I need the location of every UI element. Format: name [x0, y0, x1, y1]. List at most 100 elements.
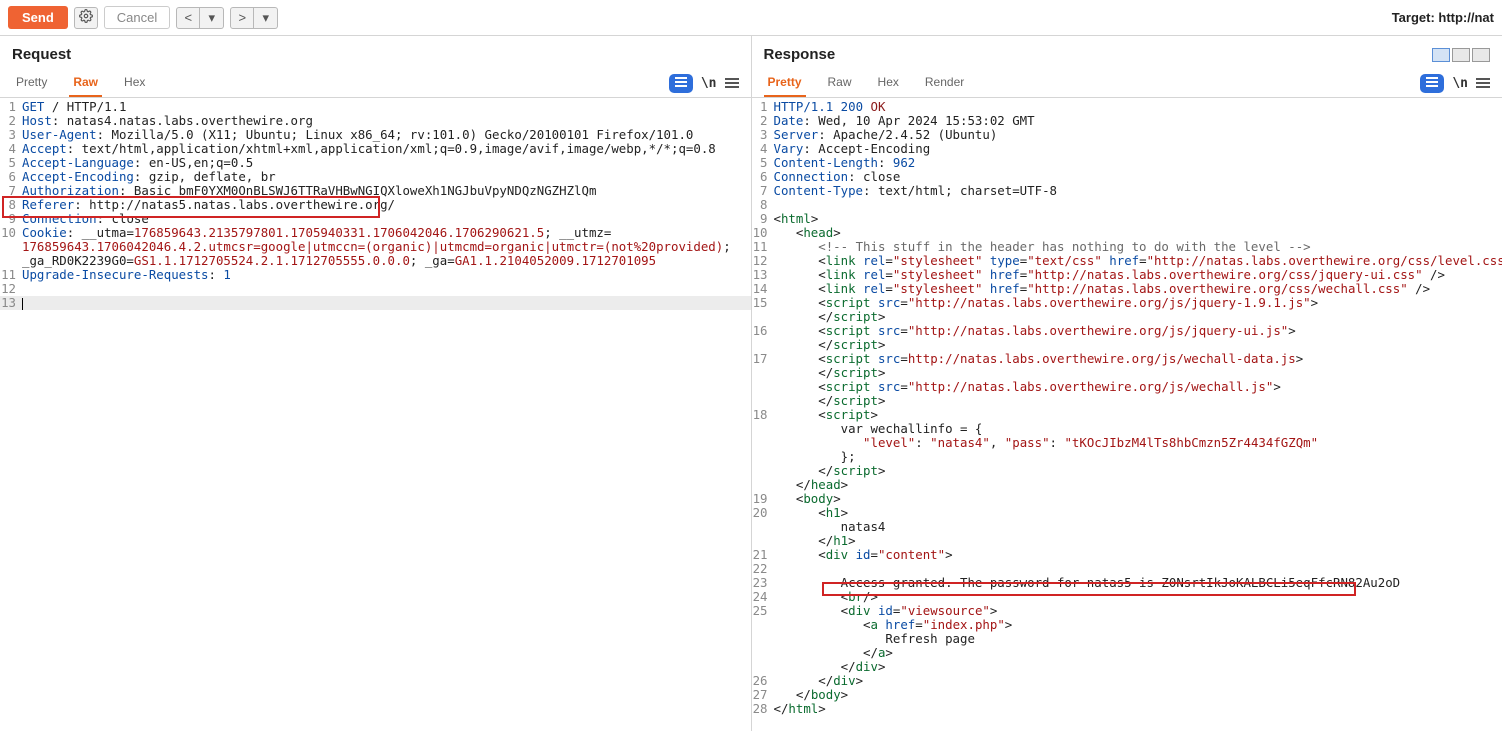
- line-number: [752, 422, 774, 436]
- history-next-button[interactable]: >: [230, 7, 254, 29]
- code-line[interactable]: <a href="index.php">: [752, 618, 1502, 632]
- code-line[interactable]: 19 <body>: [752, 492, 1502, 506]
- code-line[interactable]: 22: [752, 562, 1502, 576]
- response-editor[interactable]: 1HTTP/1.1 200 OK2Date: Wed, 10 Apr 2024 …: [752, 98, 1502, 731]
- code-line[interactable]: <script src="http://natas.labs.overthewi…: [752, 380, 1502, 394]
- code-line[interactable]: 7Content-Type: text/html; charset=UTF-8: [752, 184, 1502, 198]
- line-number: 4: [0, 142, 22, 156]
- tab-raw[interactable]: Raw: [824, 69, 856, 97]
- code-line[interactable]: </a>: [752, 646, 1502, 660]
- code-line[interactable]: 10 <head>: [752, 226, 1502, 240]
- code-line[interactable]: 12 <link rel="stylesheet" type="text/css…: [752, 254, 1502, 268]
- code-line[interactable]: 1HTTP/1.1 200 OK: [752, 100, 1502, 114]
- show-newlines-button[interactable]: \n: [1452, 76, 1468, 91]
- settings-button[interactable]: [74, 7, 98, 29]
- code-line[interactable]: 13: [0, 296, 751, 310]
- code-line[interactable]: 25 <div id="viewsource">: [752, 604, 1502, 618]
- code-line[interactable]: "level": "natas4", "pass": "tKOcJIbzM4lT…: [752, 436, 1502, 450]
- code-line[interactable]: 9Connection: close: [0, 212, 751, 226]
- line-number: 23: [752, 576, 774, 590]
- history-prev-menu-button[interactable]: ▾: [200, 7, 224, 29]
- code-line[interactable]: 8Referer: http://natas5.natas.labs.overt…: [0, 198, 751, 212]
- code-line[interactable]: </script>: [752, 338, 1502, 352]
- actions-button[interactable]: [669, 74, 693, 93]
- code-line[interactable]: 16 <script src="http://natas.labs.overth…: [752, 324, 1502, 338]
- code-line[interactable]: 21 <div id="content">: [752, 548, 1502, 562]
- line-number: 10: [752, 226, 774, 240]
- layout-columns-button[interactable]: [1432, 48, 1450, 62]
- code-line[interactable]: 9<html>: [752, 212, 1502, 226]
- code-content: Referer: http://natas5.natas.labs.overth…: [22, 198, 751, 212]
- line-number: [752, 646, 774, 660]
- code-line[interactable]: </script>: [752, 310, 1502, 324]
- code-content: Access granted. The password for natas5 …: [774, 576, 1502, 590]
- show-newlines-button[interactable]: \n: [701, 76, 717, 91]
- cancel-button[interactable]: Cancel: [104, 6, 170, 29]
- code-line[interactable]: 6Accept-Encoding: gzip, deflate, br: [0, 170, 751, 184]
- history-next-menu-button[interactable]: ▾: [254, 7, 278, 29]
- code-line[interactable]: 11Upgrade-Insecure-Requests: 1: [0, 268, 751, 282]
- send-button[interactable]: Send: [8, 6, 68, 29]
- line-number: 7: [0, 184, 22, 198]
- tab-raw[interactable]: Raw: [69, 69, 102, 97]
- code-line[interactable]: 13 <link rel="stylesheet" href="http://n…: [752, 268, 1502, 282]
- code-line[interactable]: var wechallinfo = {: [752, 422, 1502, 436]
- code-content: </script>: [774, 310, 1502, 324]
- code-line[interactable]: 3Server: Apache/2.4.52 (Ubuntu): [752, 128, 1502, 142]
- code-line[interactable]: </script>: [752, 464, 1502, 478]
- code-line[interactable]: </head>: [752, 478, 1502, 492]
- code-line[interactable]: natas4: [752, 520, 1502, 534]
- code-line[interactable]: 14 <link rel="stylesheet" href="http://n…: [752, 282, 1502, 296]
- code-line[interactable]: 6Connection: close: [752, 170, 1502, 184]
- code-line[interactable]: 4Accept: text/html,application/xhtml+xml…: [0, 142, 751, 156]
- code-line[interactable]: 11 <!-- This stuff in the header has not…: [752, 240, 1502, 254]
- code-line[interactable]: 18 <script>: [752, 408, 1502, 422]
- line-number: [752, 338, 774, 352]
- code-line[interactable]: 20 <h1>: [752, 506, 1502, 520]
- request-tabbar: Pretty Raw Hex \n: [0, 69, 751, 98]
- code-line[interactable]: </div>: [752, 660, 1502, 674]
- code-line[interactable]: 3User-Agent: Mozilla/5.0 (X11; Ubuntu; L…: [0, 128, 751, 142]
- code-line[interactable]: 26 </div>: [752, 674, 1502, 688]
- code-line[interactable]: Refresh page: [752, 632, 1502, 646]
- line-number: 26: [752, 674, 774, 688]
- code-line[interactable]: 2Date: Wed, 10 Apr 2024 15:53:02 GMT: [752, 114, 1502, 128]
- code-line[interactable]: </script>: [752, 366, 1502, 380]
- code-line[interactable]: 2Host: natas4.natas.labs.overthewire.org: [0, 114, 751, 128]
- code-line[interactable]: };: [752, 450, 1502, 464]
- code-line[interactable]: 7Authorization: Basic bmF0YXM0OnBLSWJ6TT…: [0, 184, 751, 198]
- code-line[interactable]: 5Accept-Language: en-US,en;q=0.5: [0, 156, 751, 170]
- code-line[interactable]: 28</html>: [752, 702, 1502, 716]
- code-line[interactable]: 24 <br/>: [752, 590, 1502, 604]
- code-line[interactable]: 8: [752, 198, 1502, 212]
- code-line[interactable]: 15 <script src="http://natas.labs.overth…: [752, 296, 1502, 310]
- code-line[interactable]: 10Cookie: __utma=176859643.2135797801.17…: [0, 226, 751, 240]
- code-line[interactable]: 17 <script src=http://natas.labs.overthe…: [752, 352, 1502, 366]
- layout-tabs-button[interactable]: [1472, 48, 1490, 62]
- tab-render[interactable]: Render: [921, 69, 968, 97]
- layout-rows-button[interactable]: [1452, 48, 1470, 62]
- code-line[interactable]: 4Vary: Accept-Encoding: [752, 142, 1502, 156]
- line-number: 8: [752, 198, 774, 212]
- code-line[interactable]: 27 </body>: [752, 688, 1502, 702]
- code-line[interactable]: 5Content-Length: 962: [752, 156, 1502, 170]
- tab-pretty[interactable]: Pretty: [764, 69, 806, 97]
- request-editor[interactable]: 1GET / HTTP/1.12Host: natas4.natas.labs.…: [0, 98, 751, 731]
- code-line[interactable]: 1GET / HTTP/1.1: [0, 100, 751, 114]
- line-number: [752, 660, 774, 674]
- code-line[interactable]: </script>: [752, 394, 1502, 408]
- editor-menu-button[interactable]: [1476, 76, 1490, 90]
- history-prev-button[interactable]: <: [176, 7, 200, 29]
- actions-button[interactable]: [1420, 74, 1444, 93]
- tab-hex[interactable]: Hex: [120, 69, 149, 97]
- code-line[interactable]: _ga_RD0K2239G0=GS1.1.1712705524.2.1.1712…: [0, 254, 751, 268]
- code-line[interactable]: 176859643.1706042046.4.2.utmcsr=google|u…: [0, 240, 751, 254]
- code-line[interactable]: </h1>: [752, 534, 1502, 548]
- line-number: 6: [0, 170, 22, 184]
- tab-hex[interactable]: Hex: [874, 69, 903, 97]
- code-content: Cookie: __utma=176859643.2135797801.1705…: [22, 226, 751, 240]
- tab-pretty[interactable]: Pretty: [12, 69, 51, 97]
- code-line[interactable]: 12: [0, 282, 751, 296]
- editor-menu-button[interactable]: [725, 76, 739, 90]
- code-line[interactable]: 23 Access granted. The password for nata…: [752, 576, 1502, 590]
